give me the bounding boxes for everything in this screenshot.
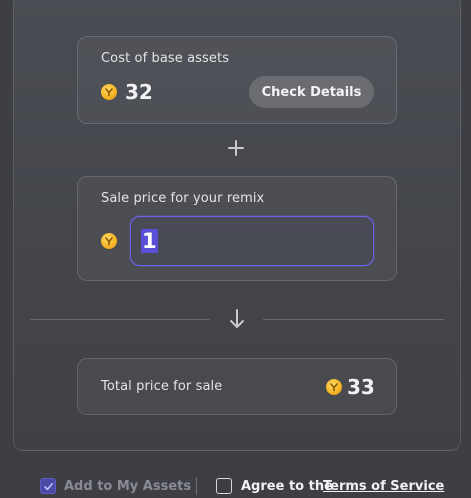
coin-icon — [101, 84, 117, 100]
cost-card: Cost of base assets 32 Check Details — [77, 36, 397, 124]
coin-icon — [101, 233, 117, 249]
divider-left — [30, 319, 210, 320]
agree-terms-checkbox[interactable] — [216, 478, 232, 494]
divider-right — [263, 319, 444, 320]
total-price-card: Total price for sale 33 — [77, 358, 397, 415]
sale-price-value[interactable]: 1 — [141, 229, 158, 253]
plus-icon — [228, 140, 244, 156]
arrow-down-icon — [230, 309, 244, 328]
cost-value: 32 — [125, 80, 153, 104]
terms-of-service-link[interactable]: Terms of Service — [323, 479, 444, 494]
coin-icon — [326, 379, 342, 395]
check-details-button[interactable]: Check Details — [249, 76, 374, 108]
footer: Add to My Assets Agree to the Terms of S… — [0, 474, 471, 498]
add-to-assets-checkbox[interactable] — [40, 478, 56, 494]
total-price-label: Total price for sale — [101, 379, 223, 394]
total-price-value: 33 — [347, 375, 375, 399]
check-icon — [43, 482, 53, 490]
agree-terms-label[interactable]: Agree to the — [241, 479, 333, 494]
sale-price-input[interactable]: 1 — [130, 216, 374, 266]
sale-price-label: Sale price for your remix — [101, 191, 265, 206]
add-to-assets-label[interactable]: Add to My Assets — [64, 479, 191, 494]
sale-price-card: Sale price for your remix 1 — [77, 176, 397, 281]
cost-label: Cost of base assets — [101, 51, 230, 66]
footer-separator — [196, 477, 197, 495]
